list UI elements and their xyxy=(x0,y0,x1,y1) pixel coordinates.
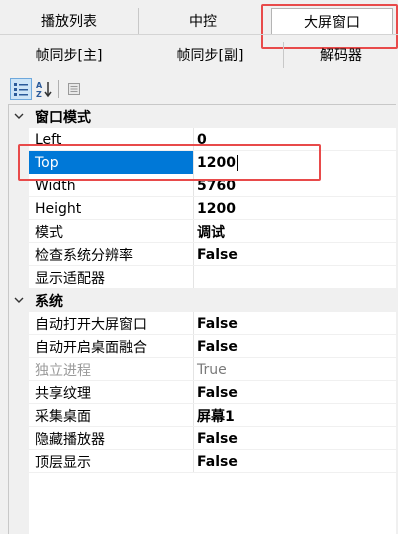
svg-text:Z: Z xyxy=(36,90,42,98)
property-name: 隐藏播放器 xyxy=(35,431,105,448)
tab-frame-sync-sub[interactable]: 帧同步[副] xyxy=(139,42,281,68)
property-name: 自动开启桌面融合 xyxy=(35,339,147,356)
tab-divider-line xyxy=(0,34,398,35)
chevron-down-icon[interactable] xyxy=(13,294,25,306)
category-window-mode[interactable]: 窗口模式 xyxy=(9,105,397,128)
property-row-standalone-process: 独立进程 True xyxy=(9,358,397,381)
property-row-hide-player[interactable]: 隐藏播放器 False xyxy=(9,427,397,450)
toolbar-separator xyxy=(58,80,59,98)
property-value[interactable]: False xyxy=(197,312,238,335)
tab-frame-sync-main[interactable]: 帧同步[主] xyxy=(0,42,138,68)
property-grid-toolbar: A Z xyxy=(0,76,398,102)
tab-row-secondary: 帧同步[主] 帧同步[副] 解码器 xyxy=(0,42,398,68)
property-value[interactable]: 调试 xyxy=(197,220,225,243)
property-name: 检查系统分辨率 xyxy=(35,247,133,264)
property-row-height[interactable]: Height 1200 xyxy=(9,197,397,220)
property-name: 独立进程 xyxy=(35,362,91,379)
property-value[interactable]: 屏幕1 xyxy=(197,404,235,427)
property-row-display-adapter[interactable]: 显示适配器 xyxy=(9,266,397,289)
property-value[interactable]: False xyxy=(197,243,238,266)
property-name: 采集桌面 xyxy=(35,408,91,425)
tab-playlist[interactable]: 播放列表 xyxy=(0,8,138,34)
property-value[interactable]: False xyxy=(197,427,238,450)
categorized-icon xyxy=(14,83,28,96)
category-label: 窗口模式 xyxy=(35,109,91,126)
property-panel: 播放列表 中控 大屏窗口 帧同步[主] 帧同步[副] 解码器 A Z 窗口模式 … xyxy=(0,0,398,534)
property-pages-icon xyxy=(68,83,80,95)
property-name: 共享纹理 xyxy=(35,385,91,402)
tab-decoder[interactable]: 解码器 xyxy=(284,42,398,68)
property-value[interactable]: 1200 xyxy=(197,197,236,220)
property-row-topmost[interactable]: 顶层显示 False xyxy=(9,450,397,473)
property-value[interactable]: False xyxy=(197,381,238,404)
svg-text:A: A xyxy=(36,81,43,90)
alphabetical-sort-icon: A Z xyxy=(36,81,52,98)
property-row-mode[interactable]: 模式 调试 xyxy=(9,220,397,243)
tab-label: 中控 xyxy=(189,14,217,30)
property-name: 模式 xyxy=(35,224,63,241)
property-row-auto-open-window[interactable]: 自动打开大屏窗口 False xyxy=(9,312,397,335)
property-pages-button[interactable] xyxy=(63,78,85,100)
property-value: True xyxy=(197,361,227,378)
row-divider xyxy=(29,472,397,473)
tab-label: 帧同步[主] xyxy=(35,48,103,64)
property-row-auto-desktop-blend[interactable]: 自动开启桌面融合 False xyxy=(9,335,397,358)
tab-central-control[interactable]: 中控 xyxy=(139,8,267,34)
category-label: 系统 xyxy=(35,293,63,310)
highlight-box-top-row xyxy=(18,144,321,181)
property-value[interactable]: False xyxy=(197,450,238,473)
property-name: Height xyxy=(35,200,82,217)
property-name: 顶层显示 xyxy=(35,454,91,471)
tab-label: 解码器 xyxy=(320,48,362,64)
alphabetical-button[interactable]: A Z xyxy=(33,78,55,100)
category-system[interactable]: 系统 xyxy=(9,289,397,312)
tab-label: 帧同步[副] xyxy=(176,48,244,64)
property-name: 自动打开大屏窗口 xyxy=(35,316,147,333)
property-row-shared-texture[interactable]: 共享纹理 False xyxy=(9,381,397,404)
tab-label: 播放列表 xyxy=(41,14,97,30)
categorized-button[interactable] xyxy=(10,78,32,100)
property-name: 显示适配器 xyxy=(35,270,105,287)
property-row-check-resolution[interactable]: 检查系统分辨率 False xyxy=(9,243,397,266)
property-value[interactable]: False xyxy=(197,335,238,358)
chevron-down-icon[interactable] xyxy=(13,110,25,122)
property-row-capture-desktop[interactable]: 采集桌面 屏幕1 xyxy=(9,404,397,427)
